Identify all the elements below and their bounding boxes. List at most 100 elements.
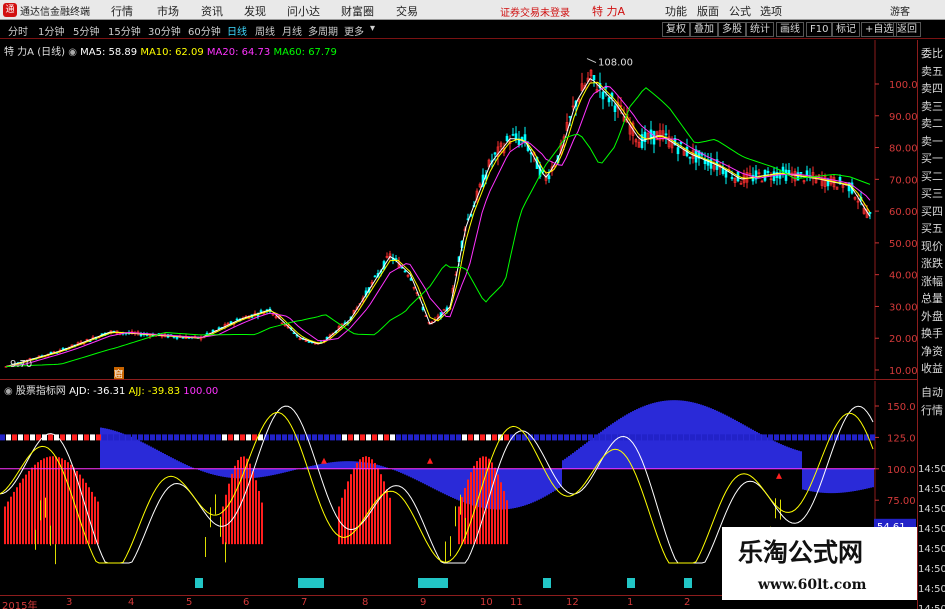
menu-function[interactable]: 功能 — [665, 3, 687, 19]
status-strip-cell — [780, 434, 785, 441]
wave-bar — [104, 428, 106, 469]
period-1min[interactable]: 1分钟 — [38, 23, 64, 38]
period-intraday[interactable]: 分时 — [8, 23, 28, 38]
period-multi[interactable]: 多周期 — [308, 23, 338, 38]
side-tab[interactable]: 卖二 — [918, 116, 945, 132]
price-chart[interactable]: 100.00 90.00 80.00 70.00 60.00 50.00 40.00 30.0… — [0, 40, 924, 380]
side-tab[interactable]: 卖五 — [918, 64, 945, 80]
adjust-button[interactable]: 复权 — [662, 22, 690, 37]
period-weekly[interactable]: 周线 — [255, 23, 275, 38]
multi-stock-button[interactable]: 多股 — [718, 22, 746, 37]
candle-body — [511, 134, 515, 136]
settings-icon[interactable]: ◉ — [68, 47, 77, 58]
menu-trade[interactable]: 交易 — [396, 3, 418, 19]
wave-bar — [782, 444, 784, 469]
period-monthly[interactable]: 月线 — [282, 23, 302, 38]
side-tab[interactable]: 涨幅 — [918, 274, 945, 290]
login-status[interactable]: 证券交易未登录 — [500, 4, 570, 19]
add-watchlist-button[interactable]: +自选 — [861, 22, 898, 37]
price-chart-panel[interactable]: 100.00 90.00 80.00 70.00 60.00 50.00 40.00 30.0… — [0, 40, 924, 380]
mark-button[interactable]: 标记 — [832, 22, 860, 37]
wave-bar — [268, 468, 270, 476]
menu-news[interactable]: 资讯 — [201, 3, 223, 19]
side-time[interactable]: 14:50 — [918, 462, 945, 478]
side-tab[interactable]: 总量 — [918, 291, 945, 307]
side-tab[interactable]: 现价 — [918, 239, 945, 255]
wave-bar — [800, 451, 802, 469]
side-tab[interactable]: 买四 — [918, 204, 945, 220]
side-time[interactable]: 14:50 — [918, 522, 945, 538]
candle-body — [805, 170, 809, 176]
side-tab[interactable]: 外盘 — [918, 309, 945, 325]
signal-bar-red — [485, 456, 487, 545]
high-pointer — [586, 58, 597, 64]
period-more[interactable]: 更多 — [344, 23, 364, 38]
side-tab[interactable]: 买一 — [918, 151, 945, 167]
side-time[interactable]: 14:50 — [918, 582, 945, 598]
draw-line-button[interactable]: 画线 — [776, 22, 804, 37]
menu-layout[interactable]: 版面 — [697, 3, 719, 19]
signal-bar-red — [461, 497, 463, 545]
side-tab[interactable]: 净资 — [918, 344, 945, 360]
indicator-axis-label: 100.0 — [887, 465, 916, 476]
side-time[interactable]: 14:50 — [918, 562, 945, 578]
menu-market[interactable]: 市场 — [157, 3, 179, 19]
side-tab[interactable]: 行情 — [918, 403, 945, 419]
wave-bar — [510, 468, 512, 509]
settings-icon[interactable]: ◉ — [4, 386, 13, 397]
side-tab[interactable]: 换手 — [918, 326, 945, 342]
signal-bar-red — [377, 467, 379, 545]
period-15min[interactable]: 15分钟 — [108, 23, 141, 38]
side-tab[interactable]: 自动 — [918, 385, 945, 401]
side-tab[interactable]: 卖四 — [918, 81, 945, 97]
wave-bar — [170, 457, 172, 469]
statistics-button[interactable]: 统计 — [746, 22, 774, 37]
status-strip-cell — [720, 434, 725, 441]
side-time[interactable]: 14:50 — [918, 542, 945, 558]
wave-bar — [582, 445, 584, 469]
status-strip-cell — [744, 434, 749, 441]
menu-ask-xiaoda[interactable]: 问小达 — [287, 3, 320, 19]
wave-bar — [216, 468, 218, 476]
status-strip-cell — [870, 434, 875, 441]
side-tab[interactable]: 收益 — [918, 361, 945, 377]
period-30min[interactable]: 30分钟 — [148, 23, 181, 38]
chevron-down-icon[interactable]: ▾ — [370, 23, 375, 34]
side-tab[interactable]: 买三 — [918, 186, 945, 202]
side-time[interactable]: 14:50 — [918, 602, 945, 609]
period-daily[interactable]: 日线 — [227, 23, 247, 38]
side-tab[interactable]: 买五 — [918, 221, 945, 237]
menu-formula[interactable]: 公式 — [729, 3, 751, 19]
wave-bar — [520, 468, 522, 507]
menu-quotes[interactable]: 行情 — [111, 3, 133, 19]
overlay-button[interactable]: 叠加 — [690, 22, 718, 37]
wave-bar — [314, 465, 316, 469]
status-strip-cell — [270, 434, 275, 441]
side-tab[interactable]: 委比 — [918, 46, 945, 62]
wave-bar — [434, 468, 436, 490]
time-axis-label: 4 — [128, 597, 135, 608]
signal-bar-red — [43, 458, 45, 545]
time-axis-label: 6 — [243, 597, 250, 608]
menu-wealth-circle[interactable]: 财富圈 — [341, 3, 374, 19]
period-60min[interactable]: 60分钟 — [188, 23, 221, 38]
menu-discover[interactable]: 发现 — [244, 3, 266, 19]
status-strip-cell — [546, 434, 551, 441]
wave-bar — [570, 454, 572, 469]
period-5min[interactable]: 5分钟 — [73, 23, 99, 38]
menu-options[interactable]: 选项 — [760, 3, 782, 19]
wave-bar — [276, 468, 278, 475]
signal-bar-red — [371, 459, 373, 545]
f10-button[interactable]: F10 — [806, 22, 833, 37]
side-tab[interactable]: 卖三 — [918, 99, 945, 115]
back-button[interactable]: 返回 — [893, 22, 921, 37]
side-tab[interactable]: 买二 — [918, 169, 945, 185]
side-time[interactable]: 14:50 — [918, 502, 945, 518]
wave-bar — [148, 445, 150, 469]
guest-label[interactable]: 游客 — [890, 3, 910, 18]
side-tab[interactable]: 涨跌 — [918, 256, 945, 272]
side-time[interactable]: 14:50 — [918, 482, 945, 498]
side-tab[interactable]: 卖一 — [918, 134, 945, 150]
wave-bar — [848, 468, 850, 492]
wave-bar — [592, 437, 594, 469]
